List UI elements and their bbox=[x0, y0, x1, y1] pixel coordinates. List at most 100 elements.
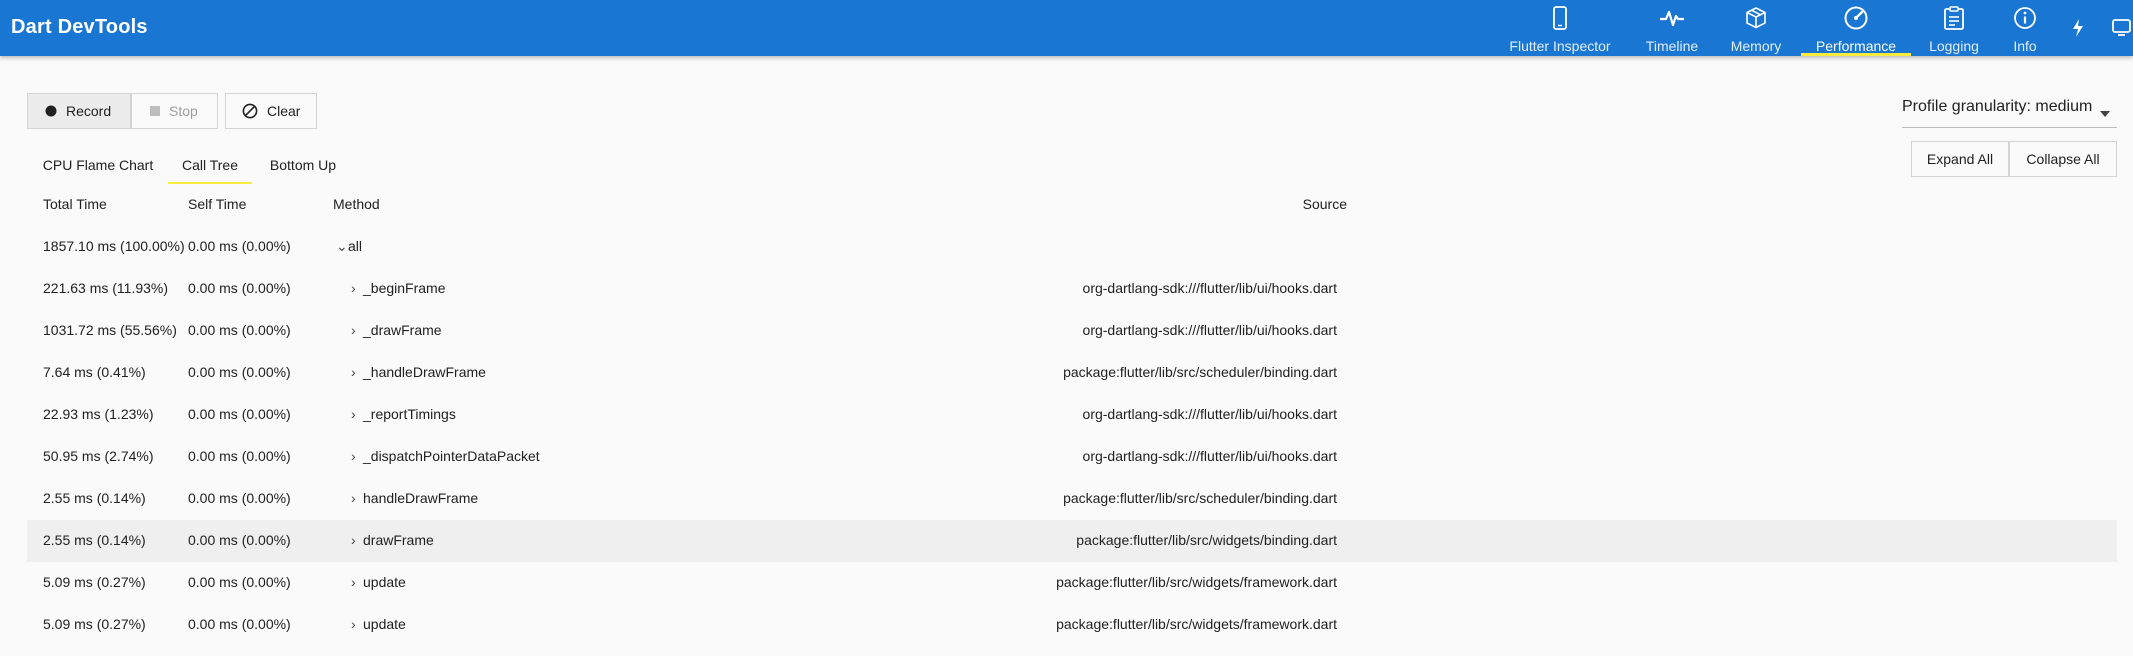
tab-call-tree[interactable]: Call Tree bbox=[168, 146, 252, 184]
active-tab-indicator bbox=[1801, 53, 1911, 56]
chevron-right-icon[interactable]: › bbox=[351, 574, 363, 590]
stop-button-label: Stop bbox=[169, 103, 198, 119]
source-cell: org-dartlang-sdk:///flutter/lib/ui/hooks… bbox=[1082, 448, 1337, 464]
column-header-total-time[interactable]: Total Time bbox=[43, 196, 107, 212]
table-row[interactable]: 50.95 ms (2.74%) 0.00 ms (0.00%) › _dispa… bbox=[27, 436, 2117, 478]
total-time-cell: 5.09 ms (0.27%) bbox=[43, 616, 146, 632]
connect-device-button[interactable] bbox=[2110, 0, 2133, 56]
tab-label: Performance bbox=[1815, 38, 1897, 54]
table-row[interactable]: 5.09 ms (0.27%) 0.00 ms (0.00%) › update … bbox=[27, 604, 2117, 646]
chevron-right-icon[interactable]: › bbox=[351, 322, 363, 338]
profile-granularity-dropdown[interactable]: Profile granularity: medium bbox=[1902, 98, 2117, 128]
tab-info[interactable]: Info bbox=[2000, 0, 2050, 56]
self-time-cell: 0.00 ms (0.00%) bbox=[188, 364, 291, 380]
chevron-right-icon[interactable]: › bbox=[351, 490, 363, 506]
table-row[interactable]: 221.63 ms (11.93%) 0.00 ms (0.00%) › _beg… bbox=[27, 268, 2117, 310]
self-time-cell: 0.00 ms (0.00%) bbox=[188, 448, 291, 464]
pulse-icon bbox=[1659, 5, 1685, 31]
collapse-all-label: Collapse All bbox=[2026, 151, 2100, 167]
table-row[interactable]: 5.09 ms (0.27%) 0.00 ms (0.00%) › update … bbox=[27, 562, 2117, 604]
total-time-cell: 2.55 ms (0.14%) bbox=[43, 532, 146, 548]
expand-all-label: Expand All bbox=[1926, 151, 1994, 167]
source-cell: package:flutter/lib/src/scheduler/bindin… bbox=[1063, 364, 1337, 380]
clear-button[interactable]: Clear bbox=[225, 93, 317, 129]
table-row[interactable]: 2.55 ms (0.14%) 0.00 ms (0.00%) › handleD… bbox=[27, 478, 2117, 520]
table-row[interactable]: 1031.72 ms (55.56%) 0.00 ms (0.00%) › _dr… bbox=[27, 310, 2117, 352]
column-header-method[interactable]: Method bbox=[333, 196, 380, 212]
record-button[interactable]: Record bbox=[27, 93, 131, 129]
cast-icon bbox=[2110, 15, 2132, 41]
tab-label: Info bbox=[2013, 38, 2037, 54]
self-time-cell: 0.00 ms (0.00%) bbox=[188, 280, 291, 296]
clipboard-icon bbox=[1943, 5, 1965, 31]
chevron-right-icon[interactable]: › bbox=[351, 616, 363, 632]
method-cell: › update bbox=[351, 574, 406, 590]
hot-reload-button[interactable] bbox=[2066, 0, 2090, 56]
column-header-self-time[interactable]: Self Time bbox=[188, 196, 246, 212]
active-subtab-indicator bbox=[168, 182, 252, 184]
chevron-right-icon[interactable]: › bbox=[351, 448, 363, 464]
method-cell: › handleDrawFrame bbox=[351, 490, 479, 506]
info-icon bbox=[2013, 5, 2037, 31]
chevron-right-icon[interactable]: › bbox=[351, 406, 363, 422]
phone-icon bbox=[1552, 5, 1568, 31]
source-cell: package:flutter/lib/src/scheduler/bindin… bbox=[1063, 490, 1337, 506]
table-row-selected[interactable]: 2.55 ms (0.14%) 0.00 ms (0.00%) › drawFra… bbox=[27, 520, 2117, 562]
method-cell: › _drawFrame bbox=[351, 322, 442, 338]
record-button-label: Record bbox=[66, 103, 112, 119]
collapse-all-button[interactable]: Collapse All bbox=[2009, 141, 2117, 177]
subtab-label: Bottom Up bbox=[269, 157, 337, 173]
self-time-cell: 0.00 ms (0.00%) bbox=[188, 616, 291, 632]
method-cell: › drawFrame bbox=[351, 532, 434, 548]
total-time-cell: 1031.72 ms (55.56%) bbox=[43, 322, 177, 338]
method-cell: › _reportTimings bbox=[351, 406, 456, 422]
source-cell: package:flutter/lib/src/widgets/framewor… bbox=[1056, 616, 1337, 632]
column-header-source[interactable]: Source bbox=[1303, 196, 1347, 212]
subtab-label: Call Tree bbox=[181, 157, 239, 173]
total-time-cell: 1857.10 ms (100.00%) bbox=[43, 238, 185, 254]
table-row[interactable]: 22.93 ms (1.23%) 0.00 ms (0.00%) › _repor… bbox=[27, 394, 2117, 436]
tab-bottom-up[interactable]: Bottom Up bbox=[262, 146, 344, 184]
tab-label: Logging bbox=[1929, 38, 1979, 54]
chevron-right-icon[interactable]: › bbox=[351, 280, 363, 296]
source-cell: package:flutter/lib/src/widgets/binding.… bbox=[1076, 532, 1337, 548]
app-bar: Dart DevTools Flutter Inspector Timeline… bbox=[0, 0, 2133, 56]
table-row[interactable]: 1857.10 ms (100.00%) 0.00 ms (0.00%) ⌄al… bbox=[27, 226, 2117, 268]
tab-logging[interactable]: Logging bbox=[1924, 0, 1984, 56]
box-icon bbox=[1744, 5, 1768, 31]
total-time-cell: 50.95 ms (2.74%) bbox=[43, 448, 154, 464]
method-cell: › _beginFrame bbox=[351, 280, 446, 296]
expand-all-button[interactable]: Expand All bbox=[1911, 141, 2009, 177]
chevron-right-icon[interactable]: › bbox=[351, 364, 363, 380]
method-cell: ⌄all bbox=[336, 238, 363, 255]
total-time-cell: 221.63 ms (11.93%) bbox=[43, 280, 169, 296]
method-cell: › _dispatchPointerDataPacket bbox=[351, 448, 540, 464]
self-time-cell: 0.00 ms (0.00%) bbox=[188, 574, 291, 590]
profile-granularity-value: Profile granularity: medium bbox=[1902, 98, 2093, 115]
tab-timeline[interactable]: Timeline bbox=[1637, 0, 1707, 56]
caret-down-icon bbox=[2099, 105, 2111, 123]
tab-memory[interactable]: Memory bbox=[1725, 0, 1787, 56]
tab-performance[interactable]: Performance bbox=[1801, 0, 1911, 56]
lightning-bolt-icon bbox=[2071, 15, 2085, 41]
stop-button[interactable]: Stop bbox=[131, 93, 218, 129]
method-cell: › update bbox=[351, 616, 406, 632]
total-time-cell: 2.55 ms (0.14%) bbox=[43, 490, 146, 506]
tab-cpu-flame-chart[interactable]: CPU Flame Chart bbox=[33, 146, 163, 184]
speedometer-icon bbox=[1843, 5, 1869, 31]
source-cell: package:flutter/lib/src/widgets/framewor… bbox=[1056, 574, 1337, 590]
self-time-cell: 0.00 ms (0.00%) bbox=[188, 532, 291, 548]
source-cell: org-dartlang-sdk:///flutter/lib/ui/hooks… bbox=[1082, 280, 1337, 296]
chevron-right-icon[interactable]: › bbox=[351, 532, 363, 548]
method-cell: › _handleDrawFrame bbox=[351, 364, 486, 380]
stop-square-icon bbox=[150, 106, 160, 116]
record-dot-icon bbox=[45, 105, 57, 117]
self-time-cell: 0.00 ms (0.00%) bbox=[188, 490, 291, 506]
chevron-down-icon[interactable]: ⌄ bbox=[336, 238, 348, 255]
table-row[interactable]: 7.64 ms (0.41%) 0.00 ms (0.00%) › _handle… bbox=[27, 352, 2117, 394]
self-time-cell: 0.00 ms (0.00%) bbox=[188, 238, 291, 254]
tab-label: Flutter Inspector bbox=[1509, 38, 1611, 54]
total-time-cell: 22.93 ms (1.23%) bbox=[43, 406, 154, 422]
clear-button-label: Clear bbox=[267, 103, 301, 119]
tab-flutter-inspector[interactable]: Flutter Inspector bbox=[1505, 0, 1615, 56]
